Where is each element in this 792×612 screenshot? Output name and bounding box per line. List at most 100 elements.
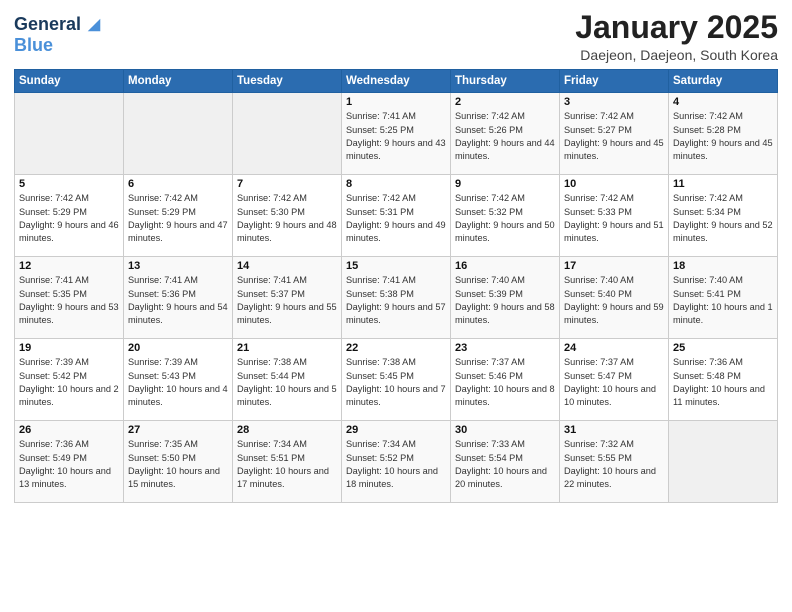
main-title: January 2025 [575,10,778,45]
day-cell: 18Sunrise: 7:40 AM Sunset: 5:41 PM Dayli… [669,257,778,339]
day-info: Sunrise: 7:42 AM Sunset: 5:28 PM Dayligh… [673,110,773,163]
logo-blue-text: Blue [14,36,105,56]
day-info: Sunrise: 7:41 AM Sunset: 5:25 PM Dayligh… [346,110,446,163]
week-row-5: 26 Sunrise: 7:36 AM Sunset: 5:49 PM Dayli… [15,421,778,503]
calendar: SundayMondayTuesdayWednesdayThursdayFrid… [14,69,778,503]
day-cell: 10Sunrise: 7:42 AM Sunset: 5:33 PM Dayli… [560,175,669,257]
day-number: 21 [237,342,337,354]
day-cell [15,93,124,175]
weekday-header-monday: Monday [124,70,233,93]
day-cell: 19Sunrise: 7:39 AM Sunset: 5:42 PM Dayli… [15,339,124,421]
day-info: Sunrise: 7:42 AM Sunset: 5:27 PM Dayligh… [564,110,664,163]
day-cell: 24 Sunrise: 7:37 AM Sunset: 5:47 PM Dayli… [560,339,669,421]
day-number: 31 [564,424,664,436]
week-row-3: 12 Sunrise: 7:41 AM Sunset: 5:35 PM Dayli… [15,257,778,339]
day-info: Sunrise: 7:42 AM Sunset: 5:34 PM Dayligh… [673,192,773,245]
day-number: 5 [19,178,119,190]
day-info: Sunrise: 7:42 AM Sunset: 5:32 PM Dayligh… [455,192,555,245]
day-info: Sunrise: 7:41 AM Sunset: 5:36 PM Dayligh… [128,274,228,327]
day-number: 29 [346,424,446,436]
weekday-header-sunday: Sunday [15,70,124,93]
logo-text: General [14,15,81,35]
day-info: Sunrise: 7:36 AM Sunset: 5:48 PM Dayligh… [673,356,773,409]
day-number: 12 [19,260,119,272]
subtitle: Daejeon, Daejeon, South Korea [575,47,778,63]
day-cell: 17 Sunrise: 7:40 AM Sunset: 5:40 PM Dayli… [560,257,669,339]
day-info: Sunrise: 7:38 AM Sunset: 5:44 PM Dayligh… [237,356,337,409]
day-cell: 25 Sunrise: 7:36 AM Sunset: 5:48 PM Dayli… [669,339,778,421]
day-number: 25 [673,342,773,354]
weekday-header-wednesday: Wednesday [342,70,451,93]
logo: General Blue [14,14,105,56]
day-info: Sunrise: 7:34 AM Sunset: 5:51 PM Dayligh… [237,438,337,491]
page: General Blue January 2025 Daejeon, Daeje… [0,0,792,612]
header: General Blue January 2025 Daejeon, Daeje… [14,10,778,63]
day-number: 23 [455,342,555,354]
day-info: Sunrise: 7:38 AM Sunset: 5:45 PM Dayligh… [346,356,446,409]
weekday-header-row: SundayMondayTuesdayWednesdayThursdayFrid… [15,70,778,93]
weekday-header-friday: Friday [560,70,669,93]
day-cell: 4 Sunrise: 7:42 AM Sunset: 5:28 PM Daylig… [669,93,778,175]
day-number: 22 [346,342,446,354]
day-number: 6 [128,178,228,190]
day-number: 13 [128,260,228,272]
day-number: 19 [19,342,119,354]
day-info: Sunrise: 7:42 AM Sunset: 5:30 PM Dayligh… [237,192,337,245]
day-number: 16 [455,260,555,272]
week-row-2: 5 Sunrise: 7:42 AM Sunset: 5:29 PM Daylig… [15,175,778,257]
day-cell: 28 Sunrise: 7:34 AM Sunset: 5:51 PM Dayli… [233,421,342,503]
day-info: Sunrise: 7:37 AM Sunset: 5:47 PM Dayligh… [564,356,664,409]
day-number: 14 [237,260,337,272]
day-info: Sunrise: 7:33 AM Sunset: 5:54 PM Dayligh… [455,438,555,491]
day-cell: 3Sunrise: 7:42 AM Sunset: 5:27 PM Daylig… [560,93,669,175]
day-number: 17 [564,260,664,272]
day-number: 4 [673,96,773,108]
day-number: 26 [19,424,119,436]
day-cell: 21 Sunrise: 7:38 AM Sunset: 5:44 PM Dayli… [233,339,342,421]
day-info: Sunrise: 7:37 AM Sunset: 5:46 PM Dayligh… [455,356,555,409]
day-number: 28 [237,424,337,436]
day-info: Sunrise: 7:32 AM Sunset: 5:55 PM Dayligh… [564,438,664,491]
day-info: Sunrise: 7:42 AM Sunset: 5:31 PM Dayligh… [346,192,446,245]
day-number: 1 [346,96,446,108]
day-cell: 16 Sunrise: 7:40 AM Sunset: 5:39 PM Dayli… [451,257,560,339]
day-number: 8 [346,178,446,190]
day-number: 20 [128,342,228,354]
day-cell: 23 Sunrise: 7:37 AM Sunset: 5:46 PM Dayli… [451,339,560,421]
week-row-4: 19Sunrise: 7:39 AM Sunset: 5:42 PM Dayli… [15,339,778,421]
title-block: January 2025 Daejeon, Daejeon, South Kor… [575,10,778,63]
day-cell: 22 Sunrise: 7:38 AM Sunset: 5:45 PM Dayli… [342,339,451,421]
day-number: 11 [673,178,773,190]
day-cell: 7 Sunrise: 7:42 AM Sunset: 5:30 PM Daylig… [233,175,342,257]
day-cell: 15Sunrise: 7:41 AM Sunset: 5:38 PM Dayli… [342,257,451,339]
day-info: Sunrise: 7:35 AM Sunset: 5:50 PM Dayligh… [128,438,228,491]
day-number: 27 [128,424,228,436]
day-cell: 13 Sunrise: 7:41 AM Sunset: 5:36 PM Dayli… [124,257,233,339]
week-row-1: 1 Sunrise: 7:41 AM Sunset: 5:25 PM Daylig… [15,93,778,175]
weekday-header-saturday: Saturday [669,70,778,93]
day-number: 30 [455,424,555,436]
day-info: Sunrise: 7:41 AM Sunset: 5:35 PM Dayligh… [19,274,119,327]
day-cell: 5 Sunrise: 7:42 AM Sunset: 5:29 PM Daylig… [15,175,124,257]
day-cell: 31 Sunrise: 7:32 AM Sunset: 5:55 PM Dayli… [560,421,669,503]
day-info: Sunrise: 7:42 AM Sunset: 5:29 PM Dayligh… [19,192,119,245]
day-cell: 30 Sunrise: 7:33 AM Sunset: 5:54 PM Dayli… [451,421,560,503]
day-number: 7 [237,178,337,190]
day-number: 2 [455,96,555,108]
day-cell: 20Sunrise: 7:39 AM Sunset: 5:43 PM Dayli… [124,339,233,421]
day-info: Sunrise: 7:42 AM Sunset: 5:26 PM Dayligh… [455,110,555,163]
day-cell: 2 Sunrise: 7:42 AM Sunset: 5:26 PM Daylig… [451,93,560,175]
logo-icon [83,14,105,36]
day-cell [669,421,778,503]
day-cell: 26 Sunrise: 7:36 AM Sunset: 5:49 PM Dayli… [15,421,124,503]
day-info: Sunrise: 7:36 AM Sunset: 5:49 PM Dayligh… [19,438,119,491]
day-info: Sunrise: 7:34 AM Sunset: 5:52 PM Dayligh… [346,438,446,491]
day-number: 18 [673,260,773,272]
day-number: 24 [564,342,664,354]
day-info: Sunrise: 7:40 AM Sunset: 5:39 PM Dayligh… [455,274,555,327]
day-info: Sunrise: 7:42 AM Sunset: 5:33 PM Dayligh… [564,192,664,245]
day-number: 9 [455,178,555,190]
day-info: Sunrise: 7:40 AM Sunset: 5:40 PM Dayligh… [564,274,664,327]
day-cell [124,93,233,175]
day-info: Sunrise: 7:42 AM Sunset: 5:29 PM Dayligh… [128,192,228,245]
